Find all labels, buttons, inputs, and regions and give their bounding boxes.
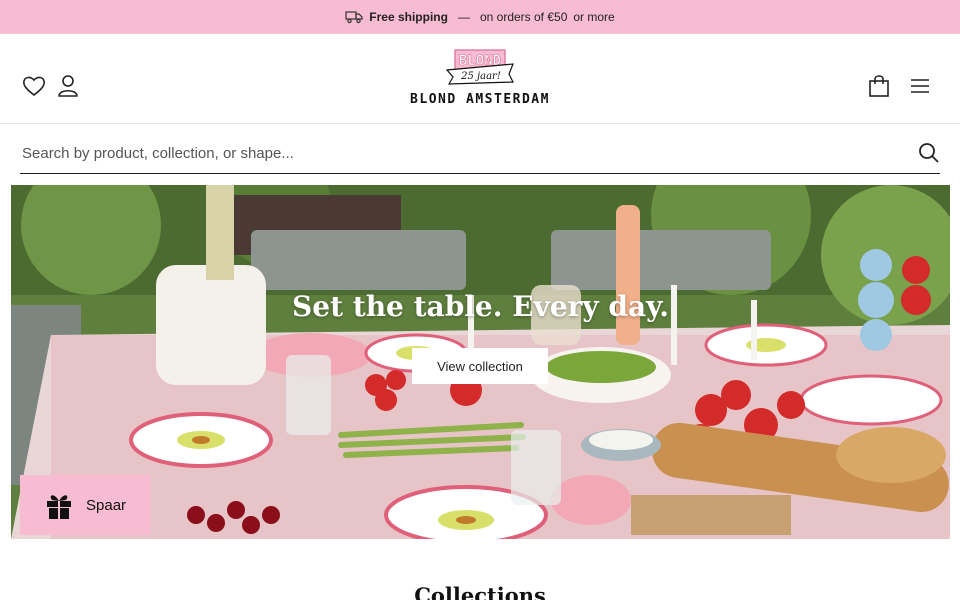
menu-button[interactable] xyxy=(907,73,933,99)
gift-icon xyxy=(47,495,71,519)
heart-icon xyxy=(23,76,45,97)
search-bar xyxy=(20,134,940,174)
announcement-text: on orders of €50 xyxy=(479,10,568,24)
user-icon xyxy=(58,75,78,97)
search-input[interactable] xyxy=(20,135,900,172)
wishlist-button[interactable] xyxy=(21,73,47,99)
logo-badge: BLOND 25 jaar! xyxy=(445,49,514,85)
account-button[interactable] xyxy=(55,73,81,99)
hero-banner: Set the table. Every day. View collectio… xyxy=(11,185,950,539)
announcement-bar: Free shipping — on orders of €50 or more xyxy=(0,0,960,34)
logo-ribbon-text: 25 jaar! xyxy=(460,71,501,82)
hero-title: Set the table. Every day. xyxy=(292,290,669,323)
site-header: BLOND 25 jaar! BLOND AMSTERDAM xyxy=(0,34,960,124)
hamburger-menu-icon xyxy=(911,79,929,93)
shopping-bag-icon xyxy=(869,75,889,97)
rewards-label: Spaar xyxy=(86,496,127,514)
announcement-separator: — xyxy=(457,10,470,24)
collections-heading: Collections xyxy=(414,583,546,600)
view-collection-button[interactable]: View collection xyxy=(412,348,548,384)
cart-button[interactable] xyxy=(866,73,892,99)
truck-icon xyxy=(345,11,363,24)
rewards-button[interactable]: Spaar xyxy=(20,475,150,535)
brand-logo[interactable]: BLOND 25 jaar! BLOND AMSTERDAM xyxy=(405,48,555,114)
announcement-bold: Free shipping xyxy=(369,10,448,24)
announcement-suffix: or more xyxy=(573,10,615,24)
search-icon[interactable] xyxy=(918,142,940,164)
logo-wordmark: BLOND AMSTERDAM xyxy=(410,92,550,107)
